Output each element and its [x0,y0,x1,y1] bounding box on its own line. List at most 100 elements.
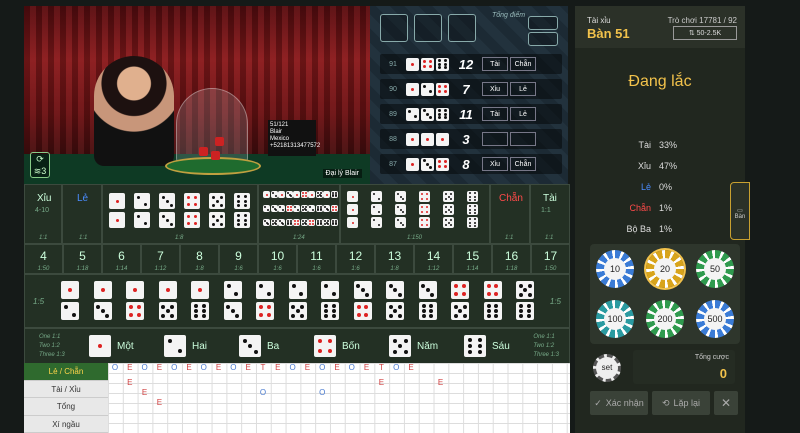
side-tab[interactable]: ▭ Bàn [730,182,750,240]
live-video: 51/121 Blair Mexico +52181313477572 ⟳ ≋3… [24,6,370,184]
bet-limit[interactable]: ⇅ 50-2.5K [673,26,737,40]
chip-20[interactable]: 20 [646,250,684,288]
pair-bet-3[interactable] [159,193,175,228]
two-dice-bet[interactable] [191,281,209,320]
single-bet-3[interactable]: Ba [239,335,279,357]
combo-bet[interactable] [293,191,308,198]
pair-bet-4[interactable] [184,193,200,228]
combo-area[interactable]: 1:24 [258,184,340,244]
bet-le[interactable]: Lẻ 1:1 [62,184,102,244]
two-dice-bet[interactable] [386,281,404,320]
die-face-6 [316,205,323,212]
die-face-6 [464,335,486,357]
combo-bet[interactable] [308,219,323,226]
video-controls[interactable]: ⟳ ≋3 [30,152,50,178]
triple-bet-5[interactable] [443,191,454,228]
chip-200[interactable]: 200 [646,300,684,338]
bet-xiu[interactable]: Xỉu 4-10 1:1 [24,184,62,244]
combo-bet[interactable] [308,205,323,212]
roadmap-tab[interactable]: Tổng [24,398,108,416]
die-face-1 [89,335,111,357]
bet-total-4[interactable]: 4 1:50 [24,244,63,274]
combo-bet[interactable] [323,205,338,212]
triple-bet-3[interactable] [395,191,406,228]
bet-total-9[interactable]: 9 1:6 [219,244,258,274]
die-face-6 [331,191,338,198]
combo-bet[interactable] [293,219,308,226]
bet-total-15[interactable]: 15 1:14 [453,244,492,274]
bet-total-10[interactable]: 10 1:6 [258,244,297,274]
two-dice-bet[interactable] [516,281,534,320]
tai-odds: 1:1 [541,207,551,214]
two-dice-bet[interactable] [126,281,144,320]
bet-tai[interactable]: Tài 1:1 1:1 [530,184,570,244]
combo-bet[interactable] [278,205,293,212]
die-face-5 [516,281,534,299]
combo-bet[interactable] [263,191,278,198]
two-dice-bet[interactable] [223,281,242,320]
combo-bet[interactable] [308,191,323,198]
bet-total-11[interactable]: 11 1:6 [297,244,336,274]
roadmap-tab[interactable]: Xí ngầu [24,416,108,433]
triple-bet-1[interactable] [347,191,358,228]
chip-100[interactable]: 100 [596,300,634,338]
die-face-3 [421,157,434,171]
two-dice-bet[interactable] [256,281,274,320]
single-bet-4[interactable]: Bốn [314,335,360,357]
two-dice-bet[interactable] [61,281,79,320]
result-badge: Lẻ [510,82,536,96]
pair-bet-6[interactable] [234,193,250,228]
refresh-icon[interactable]: ⟳ [31,153,49,165]
pair-bet-5[interactable] [209,193,225,228]
single-bet-5[interactable]: Năm [389,335,438,357]
two-dice-bet[interactable] [158,281,177,320]
bet-total-17[interactable]: 17 1:50 [531,244,570,274]
roadmap-tab[interactable]: Lẻ / Chẵn [24,363,108,381]
combo-bet[interactable] [293,205,308,212]
chip-500[interactable]: 500 [696,300,734,338]
single-bet-2[interactable]: Hai [164,335,207,357]
roadmap-tab[interactable]: Tài / Xỉu [24,381,108,398]
combo-bet[interactable] [263,205,278,212]
combo-bet[interactable] [278,191,293,198]
set-chip-button[interactable]: set [593,354,621,382]
bet-total-16[interactable]: 16 1:18 [492,244,531,274]
combo-bet[interactable] [263,219,278,226]
two-dice-bet[interactable] [353,281,372,320]
die-face-2 [134,212,150,228]
pair-bet-2[interactable] [134,193,150,228]
bet-total-12[interactable]: 12 1:6 [336,244,375,274]
two-dice-bet[interactable] [288,281,307,320]
pair-bet-1[interactable] [109,193,125,228]
chip-10[interactable]: 10 [596,250,634,288]
triple-bet-4[interactable] [419,191,430,228]
triple-bet-6[interactable] [467,191,478,228]
chip-50[interactable]: 50 [696,250,734,288]
cancel-button[interactable]: ✕ [714,391,738,415]
bet-total-7[interactable]: 7 1:12 [141,244,180,274]
bet-total-14[interactable]: 14 1:12 [414,244,453,274]
bet-total-13[interactable]: 13 1:8 [375,244,414,274]
triples-area[interactable]: 1:150 [340,184,490,244]
two-dice-bet[interactable] [451,281,469,320]
single-bet-1[interactable]: Một [89,335,134,357]
single-bet-6[interactable]: Sáu [464,335,510,357]
two-dice-bet[interactable] [93,281,112,320]
two-dice-bet[interactable] [418,281,437,320]
two-dice-bet[interactable] [321,281,339,320]
two-dice-bet[interactable] [483,281,502,320]
single-odds-line: Three 1:3 [39,352,65,358]
confirm-button[interactable]: ✓ Xác nhận [590,391,648,415]
die-face-1 [308,191,315,198]
bet-total-5[interactable]: 5 1:18 [63,244,102,274]
single-odds-left: One 1:1 Two 1:2 Three 1:3 [39,333,65,360]
bet-chan[interactable]: Chẵn 1:1 [490,184,530,244]
combo-bet[interactable] [323,219,338,226]
combo-bet[interactable] [323,191,338,198]
bet-total-8[interactable]: 8 1:8 [180,244,219,274]
combo-bet[interactable] [278,219,293,226]
sum-value: 8 [462,156,470,172]
repeat-button[interactable]: ⟲ Lặp lại [652,391,710,415]
triple-bet-2[interactable] [371,191,382,228]
bet-total-6[interactable]: 6 1:14 [102,244,141,274]
